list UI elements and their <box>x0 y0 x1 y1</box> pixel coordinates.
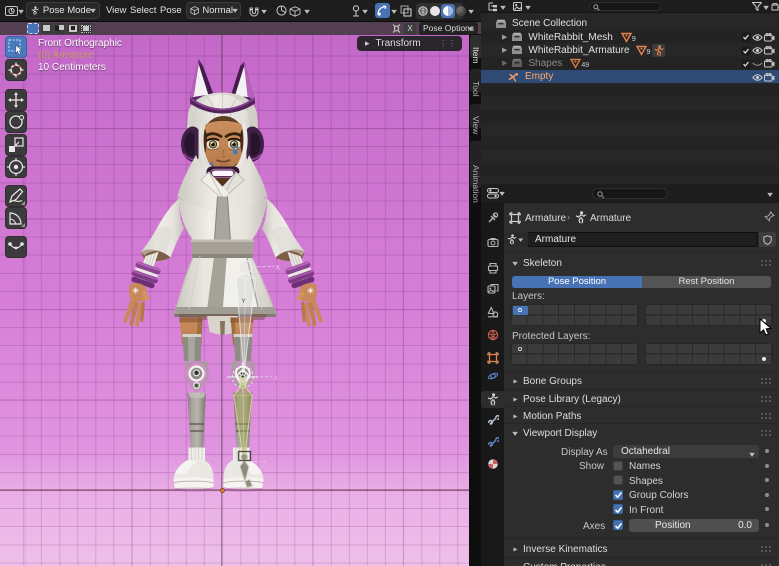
svg-text:x: x <box>275 376 278 382</box>
svg-text:X: X <box>276 265 281 272</box>
svg-text:Y: Y <box>242 298 247 305</box>
